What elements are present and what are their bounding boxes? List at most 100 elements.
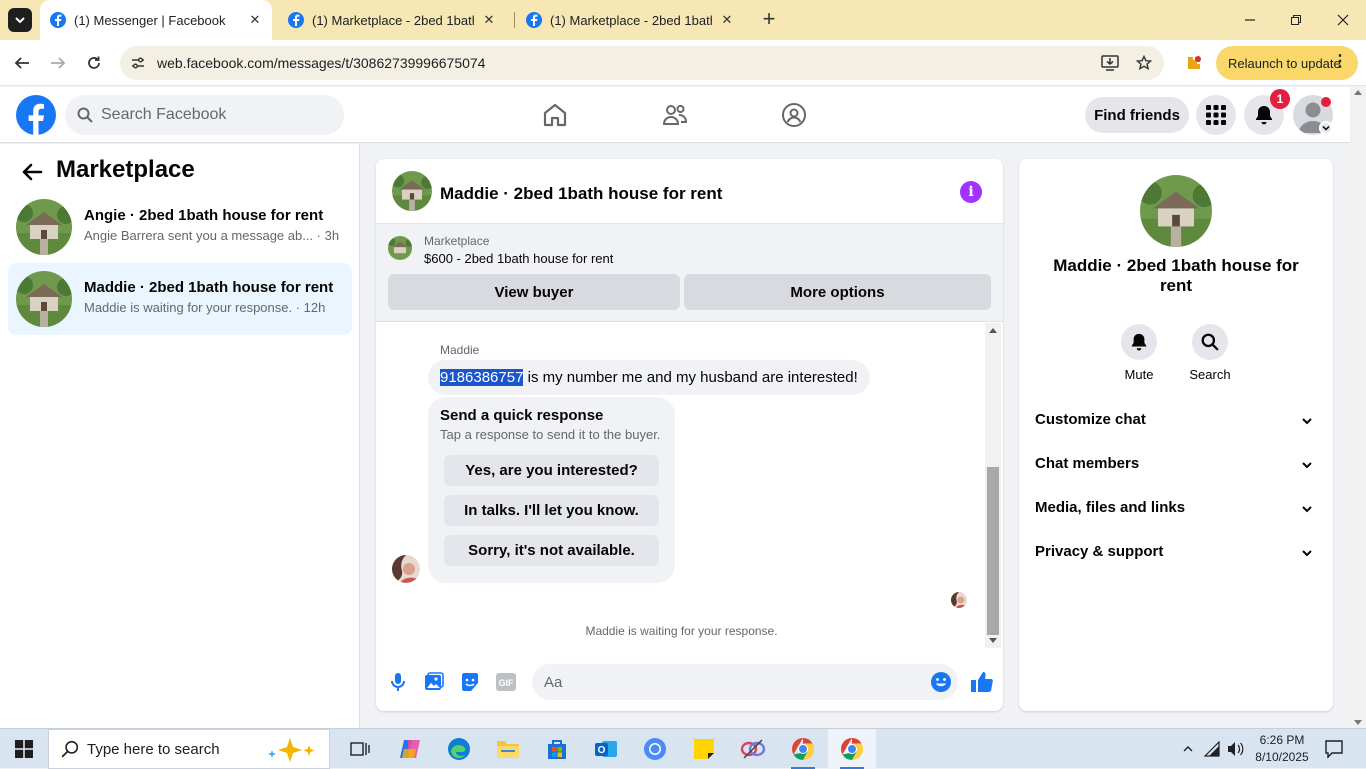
info-icon[interactable]: i [960,181,982,203]
nav-home[interactable] [539,99,571,131]
mute-action[interactable]: Mute [1109,324,1169,382]
search-label: Search [1189,367,1231,382]
back-arrow-icon[interactable] [20,160,44,184]
copilot-app[interactable] [386,729,434,769]
notification-center-icon[interactable] [1324,739,1344,759]
emoji-icon[interactable] [930,671,952,693]
task-view-button[interactable] [336,729,384,769]
gif-icon[interactable]: GIF [494,670,518,694]
message-bubble[interactable]: 9186386757 is my number me and my husban… [428,360,870,395]
chat-title[interactable]: Maddie · 2bed 1bath house for rent [440,184,722,204]
browser-tab-strip: (1) Messenger | Facebook ✕ (1) Marketpla… [0,0,1366,40]
section-label: Privacy & support [1035,543,1164,560]
copilot-icon [400,740,420,758]
windows-taskbar: Type here to search O 6:26 PM 8/10/2025 [0,728,1366,769]
search-action[interactable]: Search [1180,324,1240,382]
sender-avatar[interactable] [392,555,420,583]
chrome-app-1[interactable] [631,729,679,769]
new-tab-button[interactable]: + [758,8,780,32]
taskbar-clock[interactable]: 6:26 PM 8/10/2025 [1252,732,1312,766]
thumbs-up-icon[interactable] [970,670,994,694]
sticker-icon[interactable] [458,670,482,694]
sticky-notes-app[interactable] [680,729,728,769]
close-tab-icon[interactable]: ✕ [718,12,736,28]
snipping-tool-app[interactable] [729,729,777,769]
message-text: is my number me and my husband are inter… [523,369,858,386]
facebook-favicon-icon [288,12,304,28]
scroll-up-icon[interactable] [989,328,997,333]
chrome-app-2[interactable] [779,729,827,769]
svg-text:O: O [598,745,606,756]
quick-response-button[interactable]: Yes, are you interested? [444,455,659,486]
scrollbar-thumb[interactable] [987,467,999,635]
listing-title[interactable]: $600 - 2bed 1bath house for rent [424,251,613,266]
facebook-logo-icon[interactable] [16,95,56,135]
message-input[interactable] [532,664,958,700]
conversation-item-selected[interactable]: Maddie · 2bed 1bath house for rent Maddi… [8,263,352,335]
scroll-down-icon[interactable] [1354,720,1362,725]
folder-icon [497,741,519,758]
relaunch-to-update-button[interactable]: Relaunch to update ⋮ [1216,46,1358,80]
network-icon[interactable] [1203,739,1223,759]
friends-icon [662,105,688,125]
chat-panel: Maddie · 2bed 1bath house for rent i Mar… [376,159,1003,711]
extension-icon[interactable] [1183,52,1205,74]
quick-response-button[interactable]: Sorry, it's not available. [444,535,659,566]
scroll-down-icon[interactable] [989,638,997,643]
conversation-preview: Maddie is waiting for your response. · 1… [84,300,326,315]
chat-scrollbar[interactable] [985,323,1001,648]
tab-marketplace-2[interactable]: (1) Marketplace - 2bed 1bath h ✕ [518,0,744,40]
back-button[interactable] [10,51,34,75]
microphone-icon[interactable] [386,670,410,694]
edge-icon [448,738,470,760]
conversation-item[interactable]: Angie · 2bed 1bath house for rent Angie … [8,191,352,263]
edge-app[interactable] [435,729,483,769]
microsoft-store-app[interactable] [533,729,581,769]
bookmark-star-icon[interactable] [1134,53,1154,73]
outlook-icon: O [595,741,617,757]
start-button[interactable] [0,729,48,769]
chat-members-row[interactable]: Chat members [1035,447,1317,483]
quick-response-button[interactable]: In talks. I'll let you know. [444,495,659,526]
show-hidden-icons-button[interactable] [1178,739,1198,759]
chat-thumbnail[interactable] [392,171,432,211]
view-buyer-button[interactable]: View buyer [388,274,680,310]
forward-button[interactable] [46,51,70,75]
file-explorer-app[interactable] [484,729,532,769]
marketplace-label: Marketplace [424,234,490,248]
find-friends-button[interactable]: Find friends [1085,97,1189,133]
media-files-links-row[interactable]: Media, files and links [1035,491,1317,527]
outlook-app[interactable]: O [582,729,630,769]
message-composer: GIF [376,659,1003,705]
copilot-sparkle-icon[interactable] [264,736,324,762]
scroll-up-icon[interactable] [1354,90,1362,95]
restore-button[interactable] [1284,8,1308,32]
nav-friends[interactable] [659,99,691,131]
volume-icon[interactable] [1226,739,1246,759]
sender-name: Maddie [440,343,480,357]
photo-icon[interactable] [422,670,446,694]
privacy-support-row[interactable]: Privacy & support [1035,535,1317,571]
menu-button[interactable] [1196,95,1236,135]
close-window-button[interactable] [1331,8,1355,32]
install-app-icon[interactable] [1100,53,1120,73]
facebook-search-box[interactable] [65,95,344,135]
account-menu-chevron-icon[interactable] [1319,121,1333,135]
marketplace-listing-bar: Marketplace $600 - 2bed 1bath house for … [376,224,1003,322]
tab-search-button[interactable] [8,8,32,32]
site-settings-icon[interactable] [128,53,148,73]
address-bar[interactable]: web.facebook.com/messages/t/308627399966… [120,46,1164,80]
chrome-app-3-active[interactable] [828,729,876,769]
tab-messenger[interactable]: (1) Messenger | Facebook ✕ [40,0,272,40]
close-tab-icon[interactable]: ✕ [480,12,498,28]
minimize-button[interactable] [1238,8,1262,32]
customize-chat-row[interactable]: Customize chat [1035,403,1317,439]
nav-groups[interactable] [778,99,810,131]
more-menu-icon[interactable]: ⋮ [1332,52,1348,72]
tab-marketplace-1[interactable]: (1) Marketplace - 2bed 1bath h ✕ [280,0,506,40]
reload-button[interactable] [82,51,106,75]
page-scrollbar[interactable] [1350,87,1366,728]
more-options-button[interactable]: More options [684,274,991,310]
close-tab-icon[interactable]: ✕ [246,12,264,28]
facebook-search-input[interactable] [101,106,321,124]
